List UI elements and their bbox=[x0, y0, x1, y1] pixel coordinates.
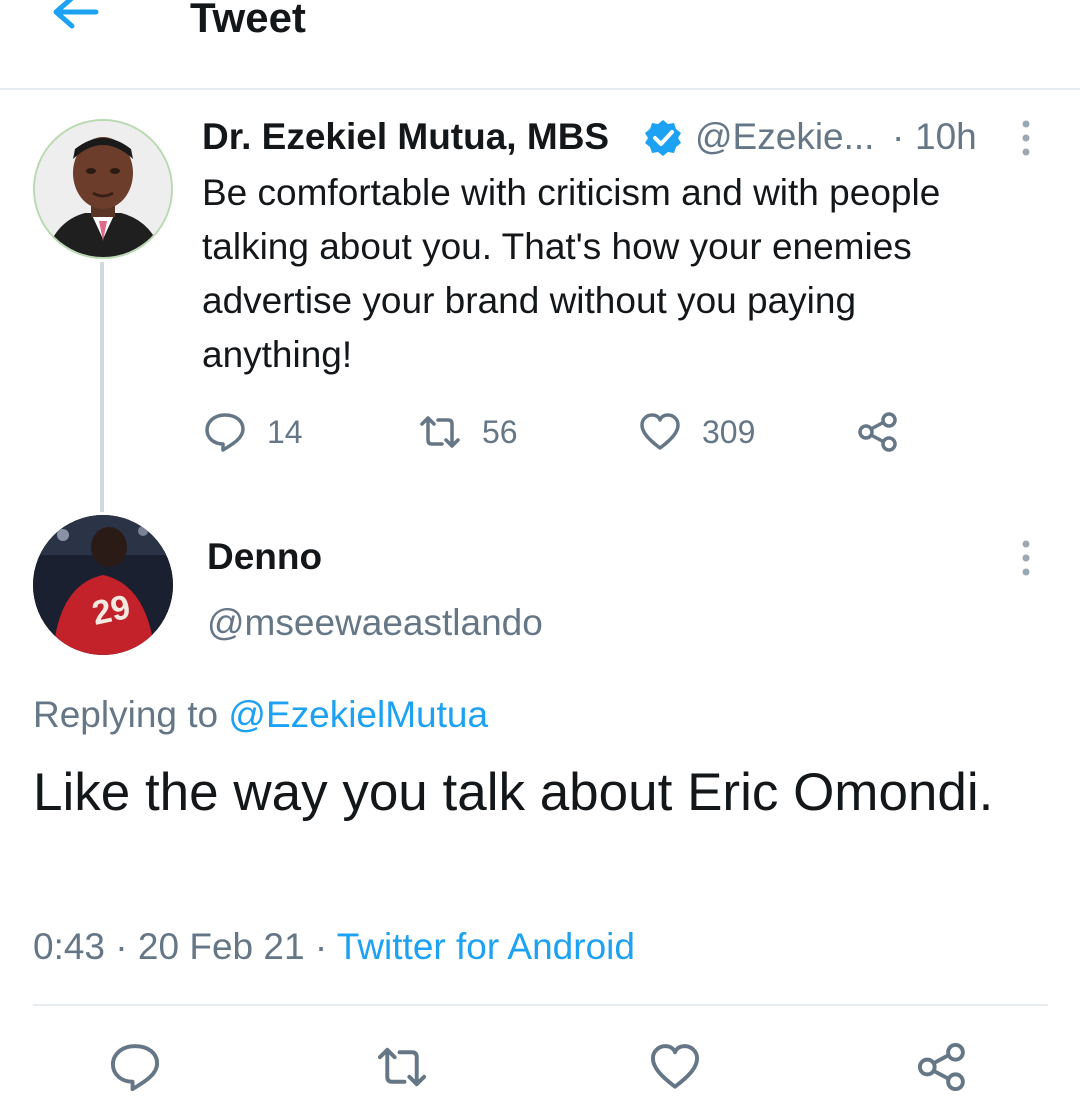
svg-text:29: 29 bbox=[89, 588, 134, 633]
author-handle[interactable]: @mseewaeastlando bbox=[207, 600, 543, 646]
tweet-source[interactable]: Twitter for Android bbox=[337, 926, 635, 967]
more-vertical-icon[interactable] bbox=[1013, 538, 1039, 578]
share-icon[interactable] bbox=[915, 1040, 969, 1094]
heart-icon bbox=[638, 410, 682, 454]
divider bbox=[33, 1004, 1048, 1006]
thread-connector bbox=[100, 262, 104, 512]
tweet-time[interactable]: 0:43 bbox=[33, 926, 105, 967]
avatar[interactable]: 29 bbox=[33, 515, 173, 655]
meta-separator: · bbox=[304, 926, 337, 967]
retweet-icon[interactable] bbox=[375, 1040, 429, 1094]
author-name[interactable]: Denno bbox=[207, 534, 322, 580]
retweet-count: 56 bbox=[482, 413, 518, 450]
verified-badge-icon bbox=[643, 118, 683, 158]
replying-to-label: Replying to bbox=[33, 694, 229, 735]
tweet-date[interactable]: 20 Feb 21 bbox=[138, 926, 305, 967]
replying-to-line: Replying to @EzekielMutua bbox=[33, 692, 488, 738]
page-title: Tweet bbox=[190, 0, 306, 41]
reply-count: 14 bbox=[267, 413, 303, 450]
reply-icon bbox=[203, 410, 247, 454]
share-icon[interactable] bbox=[856, 410, 900, 454]
retweet-action[interactable]: 56 bbox=[418, 410, 518, 454]
replying-to-mention[interactable]: @EzekielMutua bbox=[228, 694, 488, 735]
meta-separator: · bbox=[105, 926, 138, 967]
heart-icon[interactable] bbox=[648, 1040, 702, 1094]
tweet-text: Like the way you talk about Eric Omondi. bbox=[33, 763, 994, 822]
author-handle[interactable]: @Ezekie... bbox=[695, 114, 874, 160]
back-arrow-icon[interactable] bbox=[50, 0, 100, 34]
separator-dot: · bbox=[892, 116, 905, 157]
reply-icon[interactable] bbox=[108, 1040, 162, 1094]
tweet-meta: 0:43 · 20 Feb 21 · Twitter for Android bbox=[33, 924, 635, 970]
retweet-icon bbox=[418, 410, 462, 454]
author-name[interactable]: Dr. Ezekiel Mutua, MBS bbox=[202, 114, 609, 160]
more-vertical-icon[interactable] bbox=[1013, 118, 1039, 158]
top-bar bbox=[0, 0, 1080, 90]
tweet-timestamp[interactable]: 10h bbox=[915, 114, 977, 160]
like-action[interactable]: 309 bbox=[638, 410, 755, 454]
tweet-text: Be comfortable with criticism and with p… bbox=[202, 172, 941, 375]
like-count: 309 bbox=[702, 413, 756, 450]
reply-action[interactable]: 14 bbox=[203, 410, 303, 454]
avatar[interactable] bbox=[33, 119, 173, 259]
